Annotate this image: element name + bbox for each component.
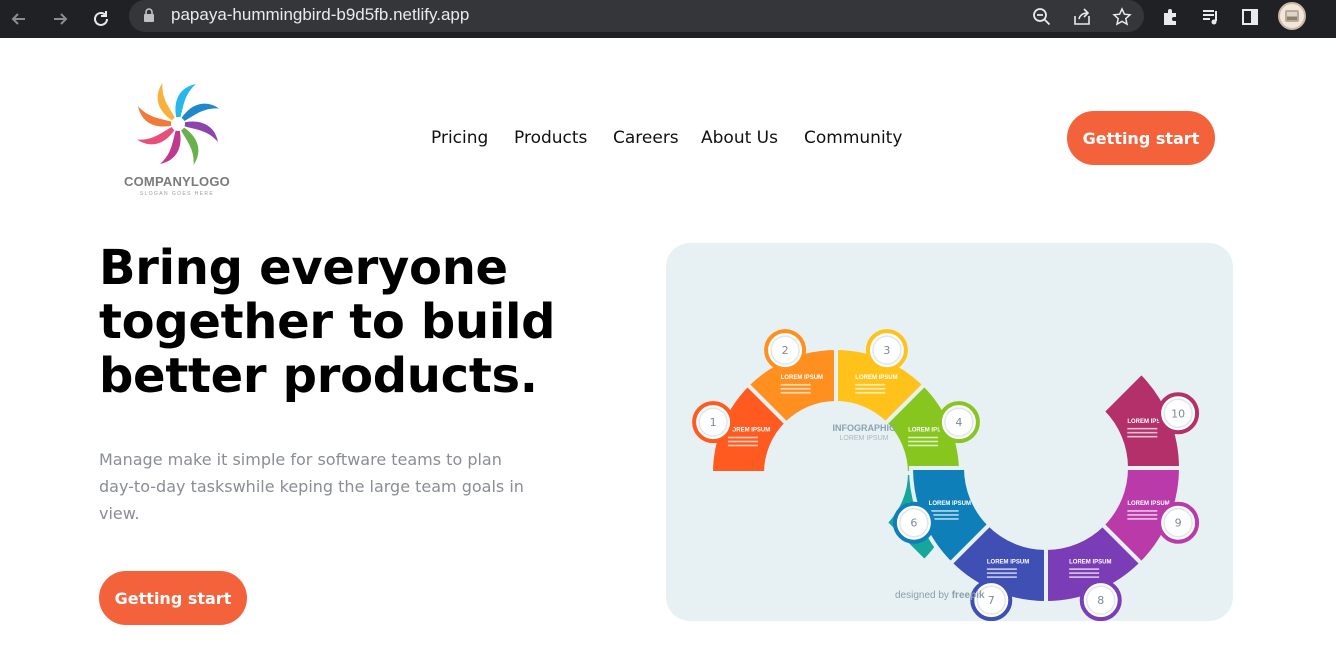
credit-prefix: designed by <box>895 590 949 601</box>
side-panel-icon <box>1242 9 1258 25</box>
nav-item-products[interactable]: Products <box>514 128 587 148</box>
step-number: 7 <box>988 594 995 607</box>
segment-text-line <box>1127 435 1158 438</box>
logo-slogan: SLOGAN GOES HERE <box>139 191 215 197</box>
step-number: 10 <box>1171 407 1185 420</box>
back-arrow-icon <box>11 13 25 25</box>
zoom-button[interactable] <box>1029 4 1055 30</box>
share-button[interactable] <box>1069 4 1095 30</box>
infographic-center-title: INFOGRAPHIC <box>833 423 897 433</box>
image-credit: designed by freepik <box>895 590 985 601</box>
playlist-icon <box>1203 10 1217 25</box>
reload-button[interactable] <box>86 4 116 34</box>
hero-headline-line-1: Bring everyone <box>99 240 508 296</box>
swirl-logo-icon <box>136 82 220 166</box>
profile-avatar[interactable] <box>1278 2 1306 30</box>
forward-arrow-icon <box>54 13 68 25</box>
zoom-out-icon <box>1033 8 1051 26</box>
step-badge-3: 3 <box>865 329 908 372</box>
infographic-center-subtitle: LOREM IPSUM <box>839 435 888 442</box>
segment-text-line <box>855 387 886 390</box>
step-badge-8: 8 <box>1079 579 1122 621</box>
puzzle-icon <box>1164 9 1176 25</box>
bookmark-button[interactable] <box>1109 4 1135 30</box>
segment-text-line <box>908 436 939 439</box>
step-number: 6 <box>910 517 917 530</box>
segment-text-line <box>727 444 758 447</box>
browser-toolbar: papaya-hummingbird-b9d5fb.netlify.app <box>0 0 1336 38</box>
segment-text-line <box>1127 427 1158 430</box>
segment-text-line <box>986 568 1017 570</box>
segment-text-line <box>928 510 959 512</box>
segment-text-line <box>1127 510 1158 512</box>
hero-headline-line-3: better products. <box>99 348 538 404</box>
step-number: 1 <box>710 416 717 429</box>
address-url: papaya-hummingbird-b9d5fb.netlify.app <box>171 5 470 24</box>
segment-text-line <box>727 436 758 439</box>
segment-text-line <box>780 391 811 394</box>
lock-icon <box>144 8 154 22</box>
infographic-illustration: LOREM IPSUM 1 LOREM IPSUM 2 LOREM IPSUM 3 LORE… <box>692 329 1200 621</box>
company-logo[interactable]: COMPANYLOGO SLOGAN GOES HERE <box>118 76 236 206</box>
step-number: 2 <box>782 344 789 357</box>
step-number: 4 <box>955 416 962 429</box>
segment-title: LOREM IPSUM <box>1127 501 1169 507</box>
step-badge-10: 10 <box>1157 392 1200 435</box>
segment-text-line <box>1127 431 1158 434</box>
step-badge-2: 2 <box>764 329 807 372</box>
nav-item-about-us[interactable]: About Us <box>701 128 778 148</box>
share-icon <box>1074 8 1090 25</box>
step-number: 9 <box>1175 517 1182 530</box>
credit-brand: freepik <box>951 590 985 601</box>
segment-title: LOREM IPSUM <box>781 375 823 381</box>
segment-text-line <box>855 391 886 394</box>
address-bar[interactable]: papaya-hummingbird-b9d5fb.netlify.app <box>129 0 1144 32</box>
segment-text-line <box>1127 514 1158 516</box>
header-getting-start-button[interactable]: Getting start <box>1067 111 1215 165</box>
avatar-icon <box>1285 10 1299 22</box>
segment-title: LOREM IPSUM <box>929 501 971 507</box>
segment-title: LOREM IPSUM <box>855 375 897 381</box>
step-number: 8 <box>1097 594 1104 607</box>
star-icon <box>1112 7 1132 26</box>
segment-text-line <box>986 576 1017 578</box>
hero-description: Manage make it simple for software teams… <box>99 450 524 523</box>
hero-getting-start-button[interactable]: Getting start <box>99 571 247 625</box>
media-button[interactable] <box>1197 3 1225 31</box>
segment-text-line <box>986 572 1017 574</box>
segment-title: LOREM IPSUM <box>728 428 770 434</box>
hero-headline: Bring everyone together to build better … <box>99 241 619 403</box>
step-number: 3 <box>883 344 890 357</box>
segment-text-line <box>780 383 811 386</box>
segment-text-line <box>855 383 886 386</box>
segment-text-line <box>727 440 758 443</box>
segment-text-line <box>1069 576 1100 578</box>
nav-item-pricing[interactable]: Pricing <box>431 128 488 148</box>
step-badge-9: 9 <box>1157 501 1200 544</box>
segment-text-line <box>1069 568 1100 570</box>
segment-text-line <box>780 387 811 390</box>
step-badge-1: 1 <box>692 401 735 444</box>
forward-button[interactable] <box>45 4 75 34</box>
segment-text-line <box>908 444 939 447</box>
segment-title: LOREM IPSUM <box>1069 559 1111 565</box>
logo-wordmark: COMPANYLOGO <box>124 174 230 189</box>
reload-icon <box>94 11 108 26</box>
landing-page: COMPANYLOGO SLOGAN GOES HERE Pricing Pro… <box>0 38 1336 661</box>
nav-item-community[interactable]: Community <box>804 128 902 148</box>
step-badge-4: 4 <box>937 401 980 444</box>
extensions-button[interactable] <box>1157 3 1185 31</box>
segment-title: LOREM IPSUM <box>987 559 1029 565</box>
back-button[interactable] <box>4 4 34 34</box>
hero-headline-line-2: together to build <box>99 294 556 350</box>
segment-text-line <box>908 440 939 443</box>
segment-text-line <box>1069 572 1100 574</box>
step-badge-6: 6 <box>892 501 935 544</box>
side-panel-button[interactable] <box>1236 3 1264 31</box>
nav-item-careers[interactable]: Careers <box>613 128 679 148</box>
infographic-card: LOREM IPSUM 1 LOREM IPSUM 2 LOREM IPSUM 3 LORE… <box>666 243 1233 621</box>
segment-text-line <box>1127 518 1158 520</box>
